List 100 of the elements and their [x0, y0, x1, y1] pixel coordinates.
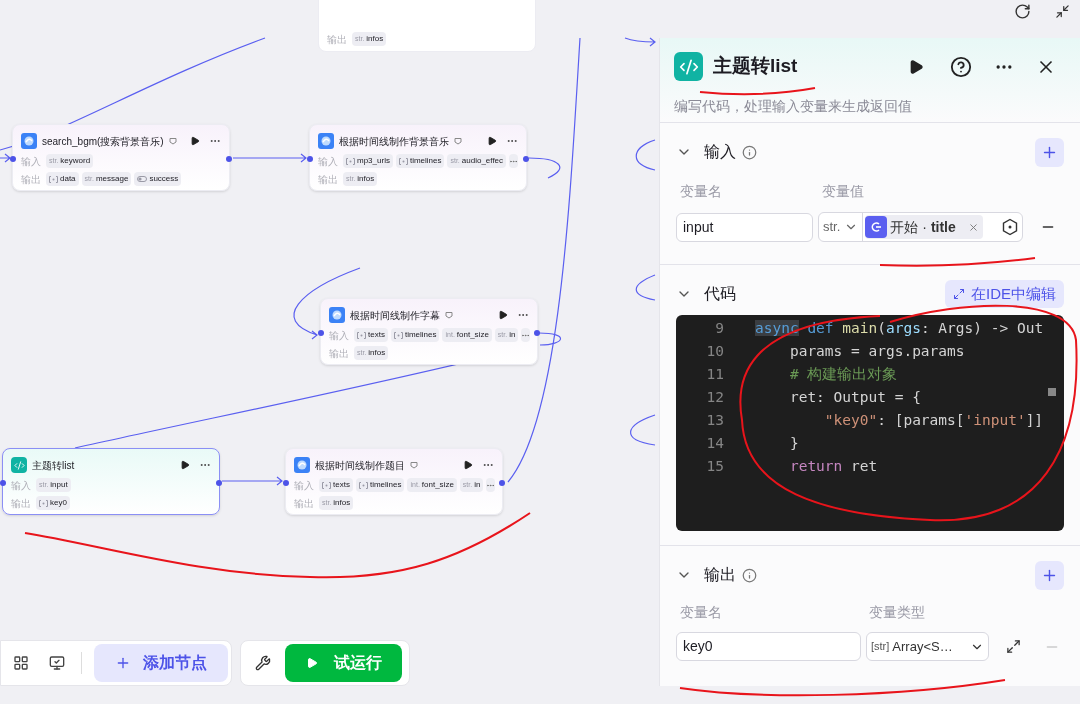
row-label: 输出 [327, 32, 348, 47]
node-ref-icon [865, 216, 888, 238]
run-icon[interactable] [190, 136, 200, 146]
refresh-icon[interactable] [1014, 3, 1031, 20]
param-tag: timelines [395, 154, 445, 168]
row-label: 输入 [294, 478, 315, 493]
add-input-button[interactable] [1035, 137, 1064, 167]
variable-name-field[interactable]: input [676, 212, 813, 242]
array-icon [39, 499, 48, 507]
connection-line [635, 139, 656, 171]
array-icon [393, 331, 403, 339]
section-title: 输入 [704, 142, 736, 162]
connection-line [635, 274, 656, 301]
code-line: } [788, 434, 799, 453]
param-tag: success [134, 172, 182, 186]
param-tag: texts [354, 328, 388, 342]
param-tag: mp3_urls [343, 154, 393, 168]
array-icon [49, 175, 58, 183]
variable-type-select[interactable]: [str] Array<S… [866, 632, 989, 661]
line-number: 13 [705, 411, 724, 430]
toggle-icon [137, 176, 148, 182]
code-line: ret: Output = { [788, 388, 921, 407]
array-icon [322, 481, 331, 489]
array-icon [398, 157, 408, 165]
row-label: 输出 [318, 172, 339, 187]
section-title: 代码 [704, 284, 736, 304]
row-label: 输入 [318, 154, 339, 169]
row-label: 输入 [21, 154, 42, 169]
column-label: 变量类型 [869, 603, 925, 622]
plus-icon[interactable] [115, 655, 131, 671]
layout-icon[interactable] [13, 655, 29, 671]
line-number: 9 [714, 319, 724, 338]
more-params-icon[interactable] [486, 478, 496, 492]
type-label: str. [823, 218, 841, 237]
array-icon [357, 331, 366, 339]
info-icon[interactable] [742, 144, 757, 160]
connection-line [630, 414, 656, 446]
column-label: 变量值 [822, 182, 864, 201]
more-params-icon[interactable] [509, 154, 519, 168]
code-line: params = args.params [788, 342, 965, 361]
run-icon[interactable] [487, 136, 497, 146]
plugin-icon [294, 457, 310, 473]
plugin-icon [329, 307, 345, 323]
variable-value-field[interactable]: str. 开始 · title [818, 212, 1023, 242]
param-tag: data [46, 172, 79, 186]
node-title: search_bgm(搜索背景音乐) [42, 134, 164, 149]
column-label: 变量名 [680, 603, 723, 622]
connection-line [0, 153, 11, 163]
code-line: return ret [788, 457, 878, 476]
line-number: 14 [705, 434, 724, 453]
add-node-button[interactable]: 添加节点 [94, 644, 228, 682]
run-icon[interactable] [463, 460, 473, 470]
plugin-icon [21, 133, 37, 149]
run-icon[interactable] [498, 310, 508, 320]
row-label: 输入 [329, 328, 350, 343]
code-line: "key0": [params['input']] [823, 411, 1044, 430]
array-icon [346, 157, 355, 165]
line-number: 15 [705, 457, 724, 476]
variable-name-field[interactable]: key0 [676, 632, 861, 661]
row-label: 输出 [294, 496, 315, 511]
line-number: 12 [705, 388, 724, 407]
array-icon [358, 481, 368, 489]
panel-title: 主题转list [713, 54, 798, 79]
node-title: 主题转list [32, 458, 75, 473]
column-label: 变量名 [680, 182, 723, 201]
panel-description: 编写代码，处理输入变量来生成返回值 [674, 98, 913, 114]
help-icon[interactable] [950, 55, 972, 78]
run-icon[interactable] [180, 460, 190, 470]
code-line: # 构建输出对象 [788, 365, 898, 384]
param-tag: key0 [36, 496, 70, 510]
run-icon[interactable] [908, 58, 924, 75]
screen-icon[interactable] [49, 655, 65, 671]
code-icon [11, 457, 27, 473]
expand-icon[interactable] [1006, 639, 1021, 654]
row-label: 输出 [21, 172, 42, 187]
scrollbar-thumb[interactable] [1048, 388, 1056, 396]
node-title: 根据时间线制作字幕 [350, 308, 440, 323]
plugin-icon [318, 133, 334, 149]
clear-icon[interactable] [967, 221, 979, 233]
section-title: 输出 [704, 565, 736, 585]
wrench-icon[interactable] [255, 655, 271, 671]
add-output-button[interactable] [1035, 560, 1064, 590]
param-tag: timelines [390, 328, 440, 342]
line-number: 11 [705, 365, 724, 384]
variable-icon[interactable] [1001, 218, 1019, 236]
row-label: 输出 [329, 346, 350, 361]
connection-line [221, 476, 283, 486]
line-number: 10 [705, 342, 724, 361]
reference-chip[interactable]: 开始 · title [865, 215, 983, 239]
collapse-icon[interactable] [1055, 4, 1070, 19]
play-icon[interactable] [305, 657, 318, 669]
more-params-icon[interactable] [521, 328, 531, 342]
param-tag: timelines [355, 478, 405, 492]
edit-in-ide-button[interactable]: 在IDE中编辑 [945, 280, 1064, 308]
param-tag: texts [319, 478, 353, 492]
row-label: 输出 [11, 496, 32, 511]
node-title: 根据时间线制作背景音乐 [339, 134, 449, 149]
code-icon [674, 52, 703, 81]
info-icon[interactable] [742, 567, 757, 583]
node-title: 根据时间线制作题目 [315, 458, 405, 473]
